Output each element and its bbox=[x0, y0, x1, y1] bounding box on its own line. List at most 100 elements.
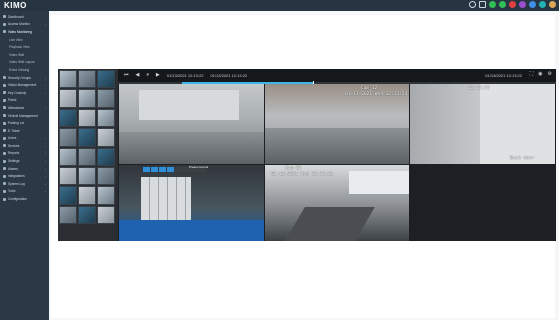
sidebar-item-parking-lot[interactable]: Parking Lot bbox=[0, 119, 49, 127]
sidebar-item-security-groups[interactable]: Security Groups › bbox=[0, 74, 49, 82]
sidebar-item-access-monitor[interactable]: Access Monitor › bbox=[0, 21, 49, 29]
ptz-btn[interactable] bbox=[159, 167, 166, 172]
camera-view-3[interactable]: 12:13:22 Back door bbox=[410, 84, 555, 164]
sidebar-item-event-viewing[interactable]: Event Viewing bbox=[0, 66, 49, 74]
ptz-btn[interactable] bbox=[167, 167, 174, 172]
camera-thumbnail[interactable] bbox=[59, 108, 77, 128]
sidebar-item-system-log[interactable]: System Log › bbox=[0, 180, 49, 188]
sidebar-item-integrations[interactable]: Integrations › bbox=[0, 172, 49, 180]
sidebar-item-video-wall[interactable]: Video Wall bbox=[0, 51, 49, 59]
status-red-icon[interactable] bbox=[509, 1, 516, 8]
sidebar-item-alarms[interactable]: Alarms › bbox=[0, 165, 49, 173]
camera-thumbnail[interactable] bbox=[78, 70, 96, 89]
sidebar-item-icon bbox=[3, 159, 6, 163]
sidebar-item-icon bbox=[3, 76, 6, 80]
camera-view-5[interactable]: Cam 02 01-13-2021 Wed 12:13:21 bbox=[265, 165, 409, 241]
sidebar-item-icon bbox=[3, 129, 6, 133]
skip-back-icon[interactable]: ⏮ bbox=[124, 73, 129, 78]
sidebar-item-dashboard[interactable]: Dashboard bbox=[0, 13, 49, 21]
camera-thumbnail[interactable] bbox=[78, 147, 96, 166]
camera-thumbnail[interactable] bbox=[97, 128, 115, 147]
chevron-right-icon: › bbox=[45, 143, 46, 148]
rewind-icon[interactable]: ◀ bbox=[136, 73, 140, 78]
user-avatar-icon[interactable] bbox=[549, 1, 556, 8]
camera-thumbnail[interactable] bbox=[97, 166, 115, 186]
camera-thumbnail[interactable] bbox=[59, 205, 77, 225]
camera-thumbnail[interactable] bbox=[97, 89, 115, 108]
camera-thumbnail[interactable] bbox=[78, 108, 96, 128]
sidebar-item-icon bbox=[3, 174, 6, 178]
camera-thumbnail[interactable] bbox=[78, 166, 96, 186]
status-teal-icon[interactable] bbox=[539, 1, 546, 8]
ptz-label: Preset Control bbox=[189, 165, 209, 169]
status-blue-icon[interactable] bbox=[529, 1, 536, 8]
camera-thumbnail[interactable] bbox=[78, 89, 96, 108]
camera-thumbnail[interactable] bbox=[97, 108, 115, 128]
sidebar-item-label: Event Viewing bbox=[9, 67, 30, 72]
camera-thumbnail[interactable] bbox=[59, 147, 77, 166]
sidebar-item-tools[interactable]: Tools › bbox=[0, 188, 49, 196]
sidebar-item-icon bbox=[3, 106, 6, 110]
sidebar-item-live-view[interactable]: Live View bbox=[0, 36, 49, 44]
camera-view-6-empty[interactable] bbox=[410, 165, 555, 241]
sidebar-item-patrol[interactable]: Patrol bbox=[0, 97, 49, 105]
sidebar-item-playback-view[interactable]: Playback View bbox=[0, 43, 49, 51]
camera-view-2[interactable]: Cam 12 01-13-2021 Wed 12:13:24 bbox=[265, 84, 409, 164]
play-icon[interactable]: ▶ bbox=[156, 73, 160, 78]
cam5-osd-time: 01-13-2021 Wed 12:13:21 bbox=[271, 172, 334, 177]
sidebar-item-label: Configuration bbox=[8, 197, 27, 202]
sidebar-item-configuration[interactable]: Configuration bbox=[0, 195, 49, 203]
chevron-right-icon: › bbox=[45, 22, 46, 27]
settings-icon[interactable]: ⚙ bbox=[548, 72, 552, 77]
chevron-right-icon: › bbox=[45, 174, 46, 179]
sidebar-item-attendance[interactable]: Attendance › bbox=[0, 104, 49, 112]
sidebar-item-icon bbox=[3, 83, 6, 87]
sidebar-item-visitor-management[interactable]: Visitor Management › bbox=[0, 81, 49, 89]
sidebar-item-reports[interactable]: Reports › bbox=[0, 150, 49, 158]
sidebar-item-video-monitoring[interactable]: Video Monitoring bbox=[0, 28, 49, 36]
cam1-wall bbox=[139, 90, 239, 120]
camera-thumbnail[interactable] bbox=[97, 186, 115, 205]
sidebar-item-users[interactable]: Users › bbox=[0, 135, 49, 143]
sidebar-item-icon bbox=[3, 30, 6, 34]
camera-thumbnail[interactable] bbox=[59, 89, 77, 108]
sidebar-item-video-wall-layout[interactable]: Video Wall Layout bbox=[0, 59, 49, 67]
brand-logo[interactable]: KIMO bbox=[0, 1, 27, 10]
chevron-right-icon: › bbox=[45, 105, 46, 110]
fullscreen-icon[interactable]: ⛶ bbox=[530, 72, 534, 77]
status-green-icon[interactable] bbox=[499, 1, 506, 8]
chevron-right-icon: › bbox=[45, 159, 46, 164]
ptz-btn[interactable] bbox=[143, 167, 150, 172]
camera-thumbnail[interactable] bbox=[97, 70, 115, 89]
sidebar-item-label: Integrations bbox=[8, 174, 25, 179]
grid-icon[interactable] bbox=[479, 1, 486, 8]
sidebar-item-devices[interactable]: Devices › bbox=[0, 142, 49, 150]
cam1-floor bbox=[119, 132, 264, 164]
status-green-icon[interactable] bbox=[489, 1, 496, 8]
camera-icon[interactable]: ◉ bbox=[538, 72, 542, 77]
camera-view-1[interactable] bbox=[119, 84, 264, 164]
ptz-btn[interactable] bbox=[175, 167, 182, 172]
pause-icon[interactable]: ⏸ bbox=[146, 73, 149, 78]
sidebar-item-e-ticket[interactable]: E-Ticket bbox=[0, 127, 49, 135]
ptz-btn[interactable] bbox=[151, 167, 158, 172]
camera-thumbnail[interactable] bbox=[59, 128, 77, 147]
sidebar-item-label: Playback View bbox=[9, 45, 30, 50]
camera-view-4[interactable]: Preset Control bbox=[119, 165, 264, 241]
status-purple-icon[interactable] bbox=[519, 1, 526, 8]
cam3-osd-time: 12:13:22 bbox=[468, 86, 490, 91]
camera-thumbnail[interactable] bbox=[78, 128, 96, 147]
camera-thumbnail[interactable] bbox=[97, 147, 115, 166]
camera-thumbnail[interactable] bbox=[97, 205, 115, 225]
camera-thumbnail[interactable] bbox=[59, 70, 77, 89]
sidebar-item-settings[interactable]: Settings › bbox=[0, 157, 49, 165]
search-icon[interactable] bbox=[469, 1, 476, 8]
sidebar-item-label: Users bbox=[8, 136, 17, 141]
camera-thumbnail[interactable] bbox=[59, 186, 77, 205]
sidebar-item-key-custody[interactable]: Key Custody › bbox=[0, 89, 49, 97]
camera-thumbnail[interactable] bbox=[59, 166, 77, 186]
cam2-osd-time: 01-13-2021 Wed 12:13:24 bbox=[345, 92, 408, 97]
sidebar-item-vehicle-management[interactable]: Vehicle Management bbox=[0, 112, 49, 120]
camera-thumbnail[interactable] bbox=[78, 186, 96, 205]
camera-thumbnail[interactable] bbox=[78, 205, 96, 225]
